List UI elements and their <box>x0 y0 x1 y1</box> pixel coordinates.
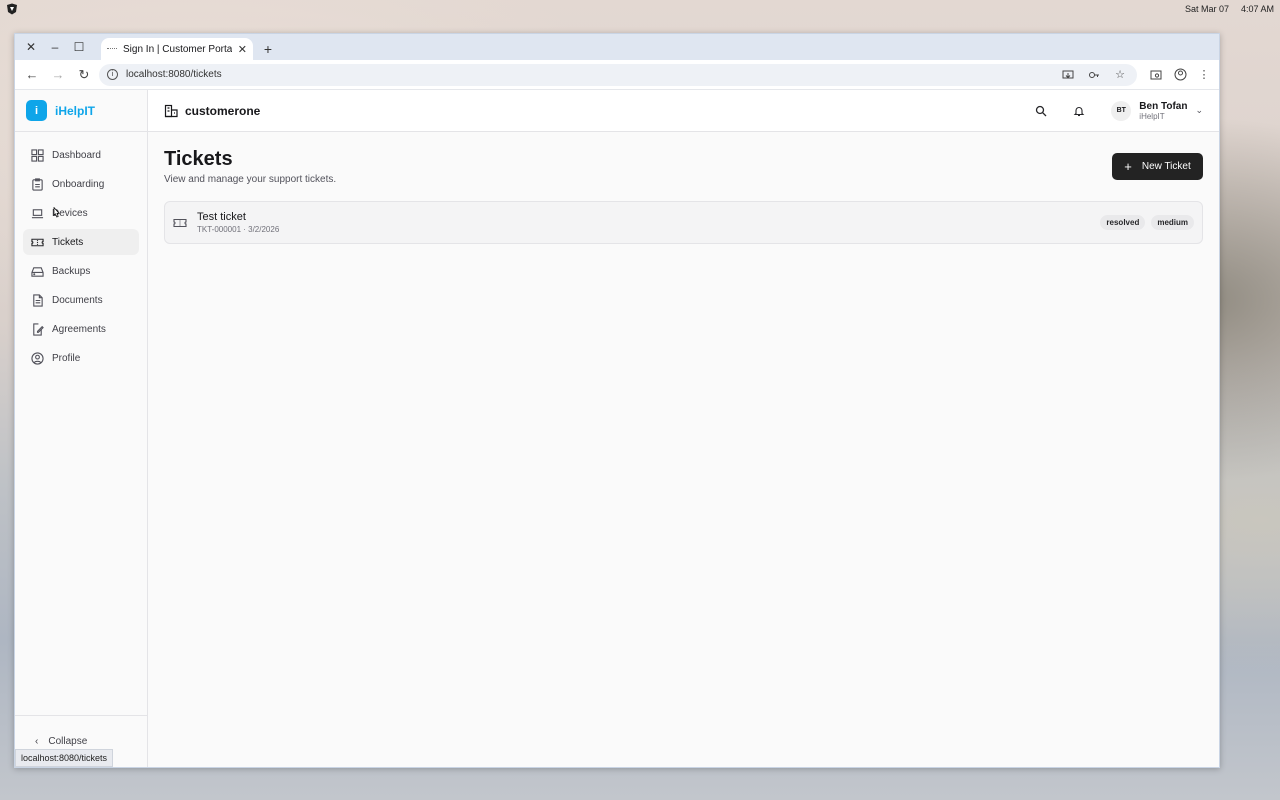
priority-badge: medium <box>1151 215 1194 230</box>
sidebar-item-tickets[interactable]: Tickets <box>23 229 139 255</box>
minimize-window-icon[interactable]: – <box>45 37 65 57</box>
sidebar-item-profile[interactable]: Profile <box>23 345 139 371</box>
app-header: customerone BT Ben Tofan iHelpIT ⌄ <box>148 90 1219 132</box>
laptop-icon <box>31 208 44 218</box>
new-ticket-button[interactable]: + New Ticket <box>1112 153 1203 180</box>
portal-app: i iHelpIT Dashboard Onboarding Devices T… <box>15 90 1219 767</box>
sidebar-nav: Dashboard Onboarding Devices Tickets Bac… <box>15 132 147 381</box>
sidebar-item-agreements[interactable]: Agreements <box>23 316 139 342</box>
chevron-left-icon: ‹ <box>35 736 39 747</box>
sidebar-item-label: Profile <box>52 352 81 364</box>
browser-toolbar: ← → ↻ i localhost:8080/tickets ☆ ⋮ <box>15 60 1219 90</box>
desktop-topbar: Sat Mar 07 4:07 AM <box>0 0 1280 18</box>
user-info: Ben Tofan iHelpIT <box>1139 101 1187 121</box>
sidebar-item-label: Onboarding <box>52 178 105 190</box>
collapse-label: Collapse <box>48 736 88 747</box>
install-app-icon[interactable] <box>1059 66 1077 84</box>
ticket-icon <box>173 218 187 227</box>
status-badge: resolved <box>1100 215 1146 230</box>
clipboard-icon <box>32 177 43 191</box>
browser-window: ✕ – ☐ Sign In | Customer Portal ✕ + ← → … <box>14 33 1220 768</box>
ticket-row[interactable]: Test ticket TKT-000001 · 3/2/2026 resolv… <box>164 201 1203 244</box>
sidebar-item-label: Tickets <box>52 236 84 248</box>
file-signature-icon <box>33 322 44 336</box>
org-switcher[interactable]: customerone <box>164 104 260 118</box>
sidebar: i iHelpIT Dashboard Onboarding Devices T… <box>15 90 148 767</box>
sidebar-item-label: Dashboard <box>52 149 101 161</box>
ticket-meta: TKT-000001 · 3/2/2026 <box>197 225 280 234</box>
browser-tab[interactable]: Sign In | Customer Portal ✕ <box>101 38 253 60</box>
header-actions: BT Ben Tofan iHelpIT ⌄ <box>1031 100 1203 121</box>
bell-icon[interactable] <box>1069 101 1089 121</box>
reload-icon[interactable]: ↻ <box>73 64 95 86</box>
building-icon <box>164 104 178 117</box>
user-circle-icon <box>31 351 44 365</box>
grid-icon <box>31 148 44 162</box>
avatar: BT <box>1111 100 1132 121</box>
file-icon <box>33 293 43 307</box>
close-window-icon[interactable]: ✕ <box>21 37 41 57</box>
page-content: Tickets View and manage your support tic… <box>148 132 1219 767</box>
sidebar-item-label: Backups <box>52 265 91 277</box>
link-status-bar: localhost:8080/tickets <box>15 749 114 767</box>
sidebar-item-dashboard[interactable]: Dashboard <box>23 142 139 168</box>
ticket-info: Test ticket TKT-000001 · 3/2/2026 <box>197 211 279 234</box>
sidebar-item-onboarding[interactable]: Onboarding <box>23 171 139 197</box>
address-bar[interactable]: i localhost:8080/tickets ☆ <box>99 63 1137 86</box>
browser-menu-icon[interactable]: ⋮ <box>1195 66 1213 84</box>
hard-drive-icon <box>31 266 44 277</box>
tab-favicon-icon <box>107 48 117 50</box>
ticket-title: Test ticket <box>197 211 246 223</box>
main-area: customerone BT Ben Tofan iHelpIT ⌄ Ticke… <box>148 90 1219 767</box>
brand-name: iHelpIT <box>55 103 96 118</box>
maximize-window-icon[interactable]: ☐ <box>69 37 89 57</box>
sidebar-item-backups[interactable]: Backups <box>23 258 139 284</box>
search-icon[interactable] <box>1031 101 1051 121</box>
brand[interactable]: i iHelpIT <box>15 90 147 132</box>
mouse-cursor-icon <box>53 207 60 218</box>
sidebar-item-devices[interactable]: Devices <box>23 200 139 226</box>
page-title: Tickets <box>164 148 233 170</box>
password-key-icon[interactable] <box>1085 66 1103 84</box>
clock-time: 4:07 AM <box>1240 4 1274 14</box>
ticket-badges: resolved medium <box>1100 215 1194 230</box>
page-subtitle: View and manage your support tickets. <box>164 174 337 185</box>
new-tab-icon[interactable]: + <box>257 38 279 60</box>
chevron-down-icon: ⌄ <box>1195 105 1203 115</box>
brand-logo: i <box>26 100 47 121</box>
tab-search-icon[interactable] <box>1147 66 1165 84</box>
sidebar-item-documents[interactable]: Documents <box>23 287 139 313</box>
bookmark-star-icon[interactable]: ☆ <box>1111 66 1129 84</box>
clock-date: Sat Mar 07 <box>1184 4 1229 14</box>
close-tab-icon[interactable]: ✕ <box>238 43 247 56</box>
tab-title: Sign In | Customer Portal <box>123 43 232 55</box>
new-ticket-label: New Ticket <box>1141 161 1191 172</box>
forward-icon[interactable]: → <box>47 64 69 86</box>
ticket-icon <box>31 238 44 246</box>
back-icon[interactable]: ← <box>21 64 43 86</box>
site-info-icon[interactable]: i <box>107 69 118 80</box>
sidebar-item-label: Documents <box>52 294 103 306</box>
window-controls: ✕ – ☐ <box>19 34 89 60</box>
system-clock[interactable]: Sat Mar 07 4:07 AM <box>1185 4 1274 14</box>
user-org: iHelpIT <box>1139 111 1165 121</box>
sidebar-item-label: Agreements <box>52 323 106 335</box>
org-name: customerone <box>185 103 261 118</box>
user-name: Ben Tofan <box>1139 100 1188 112</box>
system-logo-icon[interactable] <box>6 3 18 15</box>
tab-strip: ✕ – ☐ Sign In | Customer Portal ✕ + <box>15 34 1219 60</box>
plus-icon: + <box>1124 159 1132 174</box>
user-menu[interactable]: BT Ben Tofan iHelpIT ⌄ <box>1111 100 1203 121</box>
url-text: localhost:8080/tickets <box>126 69 222 80</box>
profile-icon[interactable] <box>1171 66 1189 84</box>
